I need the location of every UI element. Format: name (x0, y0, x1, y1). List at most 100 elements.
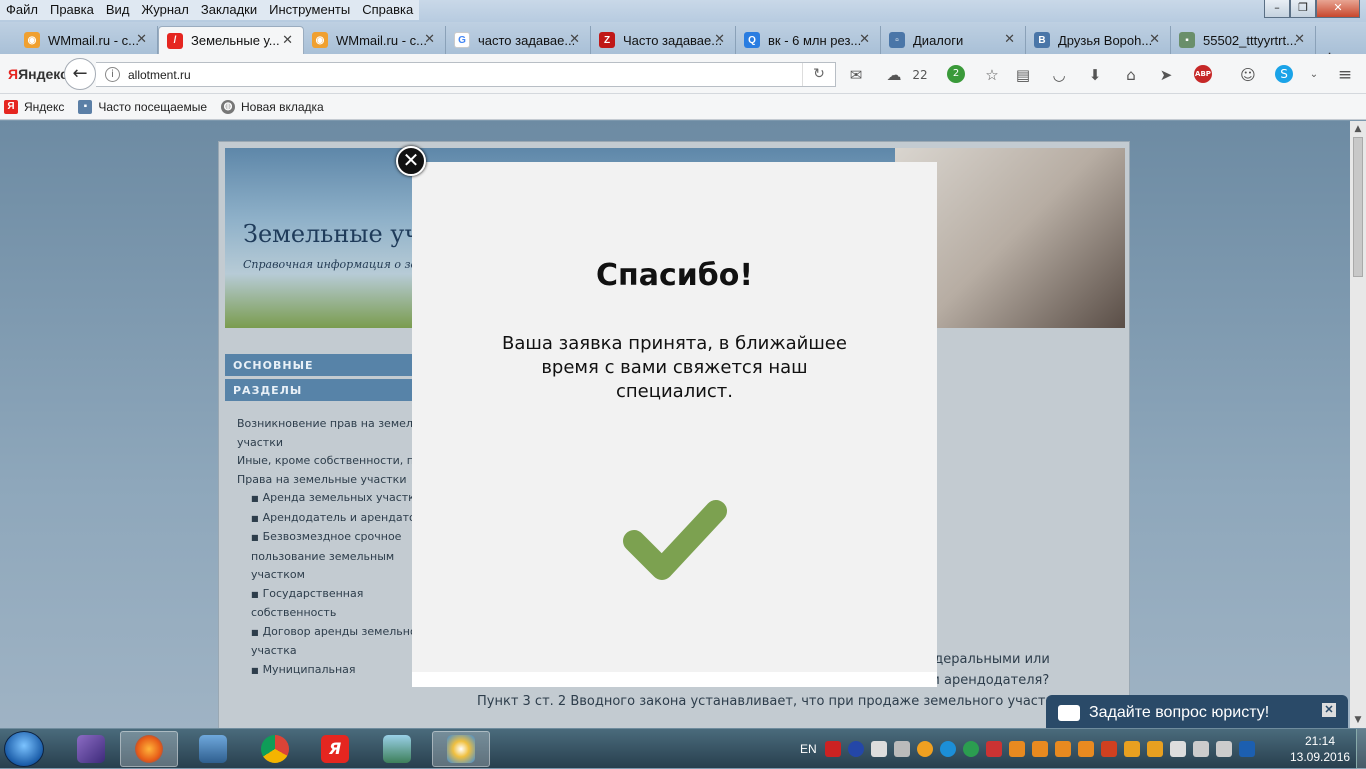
windows-taskbar: Я EN 21:14 13.09.2016 (0, 728, 1366, 769)
scroll-down-icon[interactable]: ▼ (1350, 712, 1366, 728)
page-scrollbar[interactable]: ▲ ▼ (1350, 121, 1366, 728)
scroll-thumb[interactable] (1353, 137, 1363, 277)
tray-app-icon-3[interactable] (1146, 741, 1163, 757)
start-button[interactable] (4, 731, 44, 767)
taskbar-app-volume[interactable] (184, 731, 242, 767)
download-icon[interactable]: ⬇ (1085, 66, 1105, 84)
tab-close-icon[interactable]: ✕ (1004, 31, 1015, 47)
system-clock[interactable]: 21:14 13.09.2016 (1290, 733, 1350, 765)
tray-app-icon[interactable] (1100, 741, 1117, 757)
reading-list-icon[interactable]: ▤ (1013, 66, 1033, 84)
tab-close-icon[interactable]: ✕ (424, 31, 435, 47)
tab-close-icon[interactable]: ✕ (282, 32, 293, 48)
window-close-button[interactable]: ✕ (1316, 0, 1360, 18)
taskbar-app-media[interactable] (62, 731, 120, 767)
tab-faq[interactable]: Z Часто задавае... ✕ (591, 26, 736, 54)
chat-close-icon[interactable]: ✕ (1322, 703, 1336, 717)
bookmark-most-visited[interactable]: ▪ Часто посещаемые (78, 99, 207, 114)
menu-edit[interactable]: Правка (44, 0, 100, 20)
notification-badge[interactable]: 2 (947, 65, 965, 83)
modal-close-button[interactable]: ✕ (396, 146, 426, 176)
menu-history[interactable]: Журнал (135, 0, 194, 20)
tray-app-icon-2[interactable] (1123, 741, 1140, 757)
taskbar-app-tool[interactable] (368, 731, 426, 767)
tab-wmmail-1[interactable]: ◉ WMmail.ru - с... ✕ (16, 26, 158, 54)
clock-time: 21:14 (1304, 734, 1336, 748)
home-icon[interactable]: ⌂ (1121, 66, 1141, 84)
scroll-up-icon[interactable]: ▲ (1350, 121, 1366, 137)
tray-music-icon-2[interactable] (1031, 741, 1048, 757)
tab-close-icon[interactable]: ✕ (1294, 31, 1305, 47)
tray-arrows-icon[interactable] (893, 741, 910, 757)
menu-help[interactable]: Справка (356, 0, 419, 20)
tray-music-icon[interactable] (1008, 741, 1025, 757)
taskbar-paint[interactable] (432, 731, 490, 767)
tab-google[interactable]: G часто задавае... ✕ (446, 26, 591, 54)
chevron-down-icon[interactable]: ⌄ (1304, 66, 1324, 84)
tray-music-icon-3[interactable] (1054, 741, 1071, 757)
checkmark-icon (623, 500, 727, 580)
weather-icon[interactable]: ☁ (880, 66, 908, 84)
menu-file[interactable]: Файл (0, 0, 44, 20)
modal-title: Спасибо! (595, 258, 754, 293)
smiley-icon[interactable]: ☺ (1238, 66, 1258, 84)
tray-music-icon-4[interactable] (1077, 741, 1094, 757)
bookmark-star-icon[interactable]: ☆ (982, 66, 1002, 84)
yandex-icon: Я (4, 99, 18, 114)
tab-dialogs[interactable]: ▫ Диалоги ✕ (881, 26, 1026, 54)
flag-icon[interactable] (1169, 741, 1186, 757)
taskbar-yandex[interactable]: Я (306, 731, 364, 767)
tray-red-icon[interactable] (985, 741, 1002, 757)
send-icon[interactable]: ➤ (1156, 66, 1176, 84)
tab-close-icon[interactable]: ✕ (859, 31, 870, 47)
tray-blue-icon[interactable] (939, 741, 956, 757)
chat-label: Задайте вопрос юристу! (1089, 704, 1270, 721)
language-indicator[interactable]: EN (800, 742, 817, 756)
tray-green-icon[interactable] (962, 741, 979, 757)
tab-close-icon[interactable]: ✕ (136, 31, 147, 47)
hamburger-menu-icon[interactable]: ≡ (1335, 66, 1355, 84)
taskbar-chrome[interactable] (246, 731, 304, 767)
adblock-icon[interactable]: ABP (1194, 65, 1212, 83)
tab-close-icon[interactable]: ✕ (714, 31, 725, 47)
chat-bubble-icon (1058, 705, 1080, 721)
maximize-button[interactable]: ❐ (1290, 0, 1316, 18)
yandex-browser-icon: Я (321, 735, 349, 763)
info-icon[interactable]: i (105, 67, 120, 82)
mail-icon[interactable]: ✉ (846, 66, 866, 84)
tab-zemelnye[interactable]: / Земельные у... ✕ (158, 26, 304, 54)
reload-icon[interactable]: ↻ (802, 63, 835, 86)
volume-icon[interactable] (1215, 741, 1232, 757)
tab-close-icon[interactable]: ✕ (569, 31, 580, 47)
menu-tools[interactable]: Инструменты (263, 0, 356, 20)
yandex-logo[interactable]: ЯЯндекс (8, 66, 68, 82)
tab-friends[interactable]: В Друзья Вороh... ✕ (1026, 26, 1171, 54)
tray-orange-icon[interactable] (916, 741, 933, 757)
menu-view[interactable]: Вид (100, 0, 136, 20)
bookmark-yandex[interactable]: Я Яндекс (4, 99, 64, 114)
firefox-icon (135, 735, 163, 763)
weather-temp[interactable]: 22 (910, 66, 930, 84)
tray-network-icon[interactable] (870, 741, 887, 757)
bluetooth-icon[interactable] (1238, 741, 1255, 757)
minimize-button[interactable]: – (1264, 0, 1290, 18)
address-bar[interactable]: i allotment.ru ↻ (96, 62, 836, 87)
pocket-icon[interactable]: ◡ (1049, 66, 1069, 84)
tab-image[interactable]: ▪ 55502_tttyyrtrt... ✕ (1171, 26, 1316, 54)
tab-close-icon[interactable]: ✕ (1149, 31, 1160, 47)
signal-icon[interactable] (1192, 741, 1209, 757)
speaker-app-icon (199, 735, 227, 763)
search-icon: Q (744, 32, 760, 48)
show-desktop-button[interactable] (1356, 729, 1366, 769)
tray-acrobat-icon[interactable] (824, 741, 841, 757)
tab-wmmail-2[interactable]: ◉ WMmail.ru - с... ✕ (304, 26, 446, 54)
tray-help-icon[interactable] (847, 741, 864, 757)
bookmark-new-tab[interactable]: ◍ Новая вкладка (221, 99, 324, 114)
wmmail-icon: ◉ (312, 32, 328, 48)
taskbar-firefox[interactable] (120, 731, 178, 767)
tab-search-vk[interactable]: Q вк - 6 млн рез... ✕ (736, 26, 881, 54)
url-text[interactable]: allotment.ru (128, 68, 191, 82)
back-button[interactable]: ← (64, 58, 96, 90)
menu-bookmarks[interactable]: Закладки (195, 0, 263, 20)
skype-icon[interactable]: S (1275, 65, 1293, 83)
